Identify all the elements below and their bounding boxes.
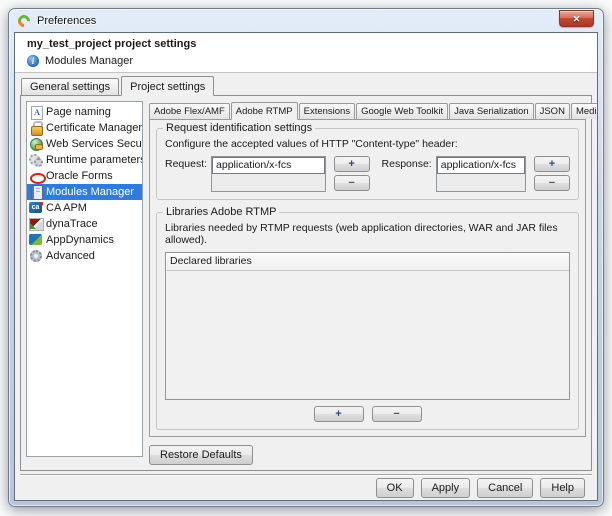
- sidebar-item-oracle-forms[interactable]: Oracle Forms: [27, 168, 142, 184]
- sidebar-item-dynatrace[interactable]: dynaTrace: [27, 216, 142, 232]
- tab-adobe-flex-amf[interactable]: Adobe Flex/AMF: [149, 102, 230, 119]
- module-detail-column: Adobe Flex/AMF Adobe RTMP Extensions Goo…: [149, 101, 597, 465]
- tab-project-settings[interactable]: Project settings: [121, 76, 215, 96]
- request-add-button[interactable]: +: [333, 155, 370, 172]
- page-title: my_test_project project settings: [27, 38, 197, 50]
- main-tab-bar: General settings Project settings: [20, 76, 592, 96]
- libraries-group: Libraries Adobe RTMP Libraries needed by…: [156, 205, 579, 430]
- gear-icon: [29, 249, 43, 263]
- response-remove-button[interactable]: −: [534, 174, 570, 191]
- client-area: my_test_project project settings Modules…: [14, 32, 598, 501]
- sidebar-item-appdynamics[interactable]: AppDynamics: [27, 232, 142, 248]
- security-orb-icon: [29, 137, 43, 151]
- sidebar-item-web-services-security[interactable]: Web Services Security: [27, 136, 142, 152]
- tab-java-serialization[interactable]: Java Serialization: [449, 102, 534, 119]
- sidebar-item-certificate-manager[interactable]: Certificate Manager: [27, 120, 142, 136]
- content-area: General settings Project settings Page n…: [15, 73, 597, 500]
- help-button[interactable]: Help: [540, 478, 585, 498]
- project-settings-tabpage: Page naming Certificate Manager Web Serv…: [20, 95, 597, 471]
- request-identification-group: Request identification settings Configur…: [156, 121, 579, 200]
- modules-list[interactable]: Page naming Certificate Manager Web Serv…: [26, 101, 143, 457]
- response-add-button[interactable]: +: [534, 155, 570, 172]
- tab-media-streaming[interactable]: Media streaming: [570, 102, 597, 119]
- content-type-description: Configure the accepted values of HTTP "C…: [165, 137, 458, 150]
- certificate-lock-icon: [29, 121, 43, 136]
- app-logo-icon: [17, 14, 31, 28]
- libraries-group-title: Libraries Adobe RTMP: [163, 205, 280, 218]
- restore-defaults-button[interactable]: Restore Defaults: [149, 445, 253, 465]
- cancel-button[interactable]: Cancel: [477, 478, 534, 498]
- declared-libraries-header: Declared libraries: [166, 252, 569, 271]
- preferences-window: Preferences ✕ my_test_project project se…: [8, 8, 604, 507]
- info-icon: [27, 55, 39, 67]
- tab-adobe-rtmp[interactable]: Adobe RTMP: [230, 101, 298, 120]
- request-content-type-list[interactable]: application/x-fcs: [211, 155, 326, 192]
- dialog-button-bar: OK Apply Cancel Help: [20, 476, 592, 500]
- response-label: Response:: [381, 157, 432, 170]
- request-group-title: Request identification settings: [163, 121, 316, 134]
- sidebar-item-runtime-parameters[interactable]: Runtime parameters: [27, 152, 142, 168]
- title-bar[interactable]: Preferences ✕: [9, 9, 603, 32]
- gears-icon: [29, 153, 43, 167]
- oracle-icon: [29, 169, 46, 184]
- book-icon: [29, 185, 43, 200]
- module-tab-bar: Adobe Flex/AMF Adobe RTMP Extensions Goo…: [149, 101, 597, 120]
- response-content-type-item[interactable]: application/x-fcs: [436, 156, 525, 174]
- page-naming-icon: [29, 105, 43, 120]
- declared-libraries-table[interactable]: Declared libraries: [165, 251, 570, 400]
- apply-button[interactable]: Apply: [420, 478, 471, 498]
- response-content-type-list[interactable]: application/x-fcs: [435, 155, 526, 192]
- sidebar-item-modules-manager[interactable]: Modules Manager: [27, 184, 142, 200]
- ok-button[interactable]: OK: [375, 478, 414, 498]
- sidebar-item-page-naming[interactable]: Page naming: [27, 104, 142, 120]
- ca-logo-icon: [29, 201, 43, 215]
- appdynamics-logo-icon: [29, 233, 43, 247]
- request-label: Request:: [165, 157, 208, 170]
- tab-extensions[interactable]: Extensions: [298, 102, 356, 119]
- declared-libraries-body[interactable]: [166, 271, 569, 399]
- close-button[interactable]: ✕: [559, 10, 594, 27]
- tab-json[interactable]: JSON: [534, 102, 570, 119]
- tab-general-settings[interactable]: General settings: [21, 78, 120, 95]
- adobe-rtmp-panel: Request identification settings Configur…: [149, 118, 586, 437]
- dynatrace-logo-icon: [29, 217, 44, 231]
- request-content-type-item[interactable]: application/x-fcs: [212, 156, 325, 174]
- library-remove-button[interactable]: −: [371, 406, 422, 422]
- libraries-description: Libraries needed by RTMP requests (web a…: [165, 221, 558, 246]
- header-subtitle: Modules Manager: [45, 55, 134, 67]
- library-add-button[interactable]: +: [313, 406, 364, 422]
- settings-header: my_test_project project settings Modules…: [15, 33, 597, 73]
- window-title: Preferences: [37, 14, 97, 27]
- tab-google-web-toolkit[interactable]: Google Web Toolkit: [356, 102, 449, 119]
- sidebar-item-advanced[interactable]: Advanced: [27, 248, 142, 264]
- request-remove-button[interactable]: −: [333, 174, 370, 191]
- sidebar-item-ca-apm[interactable]: CA APM: [27, 200, 142, 216]
